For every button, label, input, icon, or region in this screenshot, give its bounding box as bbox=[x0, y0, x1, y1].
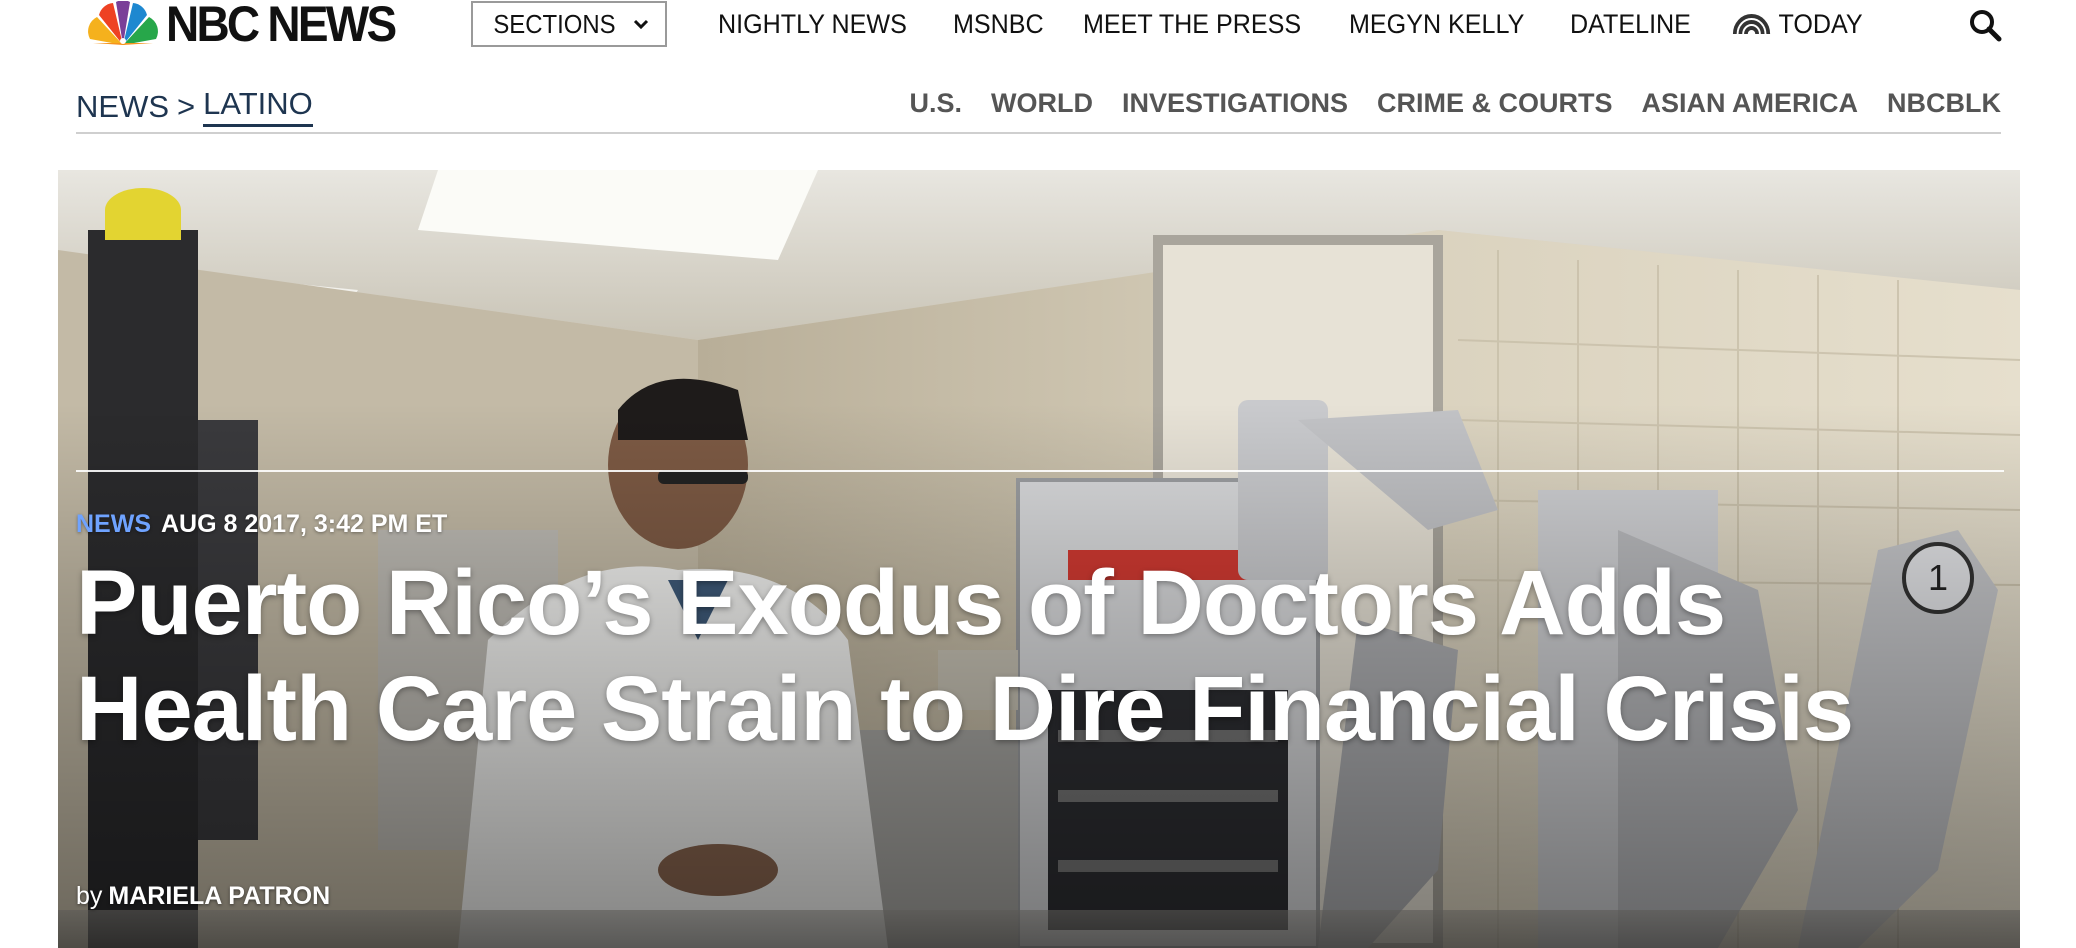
category-link-investigations[interactable]: INVESTIGATIONS bbox=[1122, 88, 1348, 119]
article-byline: by MARIELA PATRON bbox=[76, 882, 330, 911]
nav-link-msnbc[interactable]: MSNBC bbox=[953, 9, 1044, 40]
nav-link-today[interactable]: TODAY bbox=[1732, 8, 1863, 40]
hero-article[interactable]: 1 NEWS AUG 8 2017, 3:42 PM ET Puerto Ric… bbox=[58, 170, 2020, 948]
byline-prefix: by bbox=[76, 882, 103, 910]
nav-link-dateline[interactable]: DATELINE bbox=[1570, 9, 1691, 40]
breadcrumb: NEWS > LATINO bbox=[76, 86, 313, 127]
breadcrumb-news-link[interactable]: NEWS bbox=[76, 89, 169, 125]
category-links: U.S. WORLD INVESTIGATIONS CRIME & COURTS… bbox=[880, 88, 2001, 119]
byline-author[interactable]: MARIELA PATRON bbox=[108, 882, 330, 910]
logo-wordmark: NBC NEWS bbox=[166, 0, 397, 52]
chevron-down-icon bbox=[634, 19, 649, 30]
today-label: TODAY bbox=[1778, 8, 1863, 39]
article-section-label[interactable]: NEWS bbox=[76, 510, 151, 539]
article-timestamp: AUG 8 2017, 3:42 PM ET bbox=[161, 510, 448, 538]
category-link-nbcblk[interactable]: NBCBLK bbox=[1887, 88, 2001, 119]
hero-divider bbox=[76, 470, 2004, 472]
nav-link-nightly-news[interactable]: NIGHTLY NEWS bbox=[718, 9, 907, 40]
article-headline[interactable]: Puerto Rico’s Exodus of Doctors Adds Hea… bbox=[76, 550, 1956, 762]
category-link-world[interactable]: WORLD bbox=[991, 88, 1093, 119]
category-link-crime-courts[interactable]: CRIME & COURTS bbox=[1377, 88, 1613, 119]
category-link-us[interactable]: U.S. bbox=[909, 88, 962, 119]
sections-label: SECTIONS bbox=[492, 8, 616, 39]
nav-link-megyn-kelly[interactable]: MEGYN KELLY bbox=[1349, 9, 1524, 40]
nbc-news-logo[interactable]: NBC NEWS bbox=[84, 0, 414, 52]
article-meta: NEWS AUG 8 2017, 3:42 PM ET bbox=[76, 510, 447, 539]
main-nav-links: NIGHTLY NEWS MSNBC MEET THE PRESS MEGYN … bbox=[718, 4, 1904, 44]
top-navigation: NBC NEWS SECTIONS NIGHTLY NEWS MSNBC MEE… bbox=[0, 0, 2076, 56]
search-icon[interactable] bbox=[1968, 8, 2002, 42]
today-rainbow-icon bbox=[1732, 14, 1770, 35]
peacock-icon bbox=[88, 1, 158, 45]
nav-link-meet-the-press[interactable]: MEET THE PRESS bbox=[1083, 9, 1301, 40]
breadcrumb-current-latino[interactable]: LATINO bbox=[203, 86, 313, 127]
sections-dropdown-button[interactable]: SECTIONS bbox=[471, 1, 667, 47]
section-subnav: NEWS > LATINO U.S. WORLD INVESTIGATIONS … bbox=[76, 80, 2001, 134]
category-link-asian-america[interactable]: ASIAN AMERICA bbox=[1641, 88, 1858, 119]
breadcrumb-separator: > bbox=[177, 88, 196, 124]
